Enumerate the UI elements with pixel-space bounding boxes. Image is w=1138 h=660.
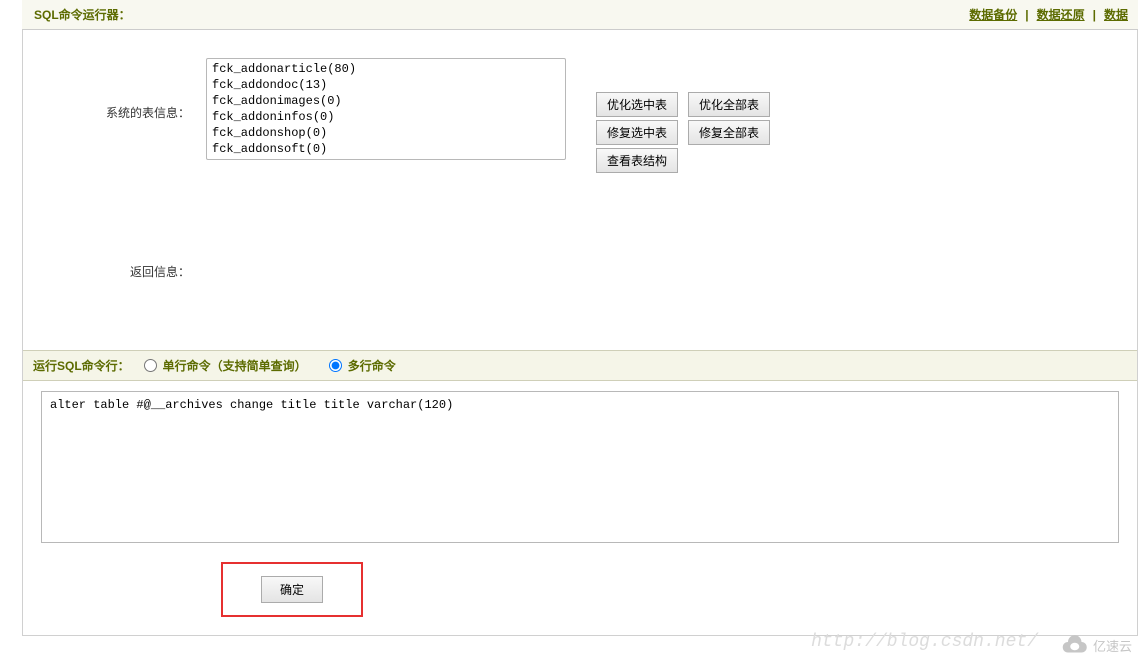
table-option[interactable]: fck_addonimages(0) [209, 93, 563, 109]
row-table-info: 系统的表信息： fck_addonarticle(80) fck_addondo… [41, 30, 1119, 173]
optimize-all-button[interactable]: 优化全部表 [688, 92, 770, 117]
submit-row: 确定 [41, 546, 1119, 617]
table-option[interactable]: fck_addonarticle(80) [209, 61, 563, 77]
radio-multi-line-label[interactable]: 多行命令 [348, 357, 396, 374]
table-option[interactable]: fck_addondoc(13) [209, 77, 563, 93]
view-structure-button[interactable]: 查看表结构 [596, 148, 678, 173]
link-separator: | [1089, 8, 1100, 22]
main-panel: 系统的表信息： fck_addonarticle(80) fck_addondo… [22, 30, 1138, 636]
watermark-logo: 亿速云 [1059, 634, 1132, 656]
table-action-buttons: 优化选中表 优化全部表 修复选中表 修复全部表 查看表结构 [576, 58, 770, 173]
link-restore[interactable]: 数据还原 [1037, 6, 1085, 23]
repair-all-button[interactable]: 修复全部表 [688, 120, 770, 145]
repair-selected-button[interactable]: 修复选中表 [596, 120, 678, 145]
link-backup[interactable]: 数据备份 [969, 6, 1017, 23]
table-info-label: 系统的表信息： [41, 58, 196, 121]
submit-highlight-box: 确定 [221, 562, 363, 617]
optimize-selected-button[interactable]: 优化选中表 [596, 92, 678, 117]
sql-mode-row: 运行SQL命令行： 单行命令（支持简单查询） 多行命令 [23, 350, 1137, 381]
link-extra[interactable]: 数据 [1104, 6, 1128, 23]
radio-single-line[interactable] [144, 359, 157, 372]
link-separator: | [1021, 8, 1032, 22]
submit-button[interactable]: 确定 [261, 576, 323, 603]
radio-multi-line[interactable] [329, 359, 342, 372]
sql-mode-label: 运行SQL命令行： [33, 357, 136, 374]
header-links: 数据备份 | 数据还原 | 数据 [969, 6, 1128, 23]
table-option[interactable]: fck_addoninfos(0) [209, 109, 563, 125]
table-option[interactable]: fck_addonsoft(0) [209, 141, 563, 157]
return-info-label: 返回信息： [41, 263, 196, 280]
page-title: SQL命令运行器： [34, 6, 131, 23]
radio-single-line-label[interactable]: 单行命令（支持简单查询） [163, 357, 307, 374]
table-select[interactable]: fck_addonarticle(80) fck_addondoc(13) fc… [206, 58, 566, 160]
table-option[interactable]: fck_addonshop(0) [209, 125, 563, 141]
cloud-icon [1059, 634, 1089, 656]
header-bar: SQL命令运行器： 数据备份 | 数据还原 | 数据 [22, 0, 1138, 30]
row-return-info: 返回信息： [41, 173, 1119, 350]
sql-input[interactable] [41, 391, 1119, 543]
watermark-logo-text: 亿速云 [1093, 636, 1132, 655]
